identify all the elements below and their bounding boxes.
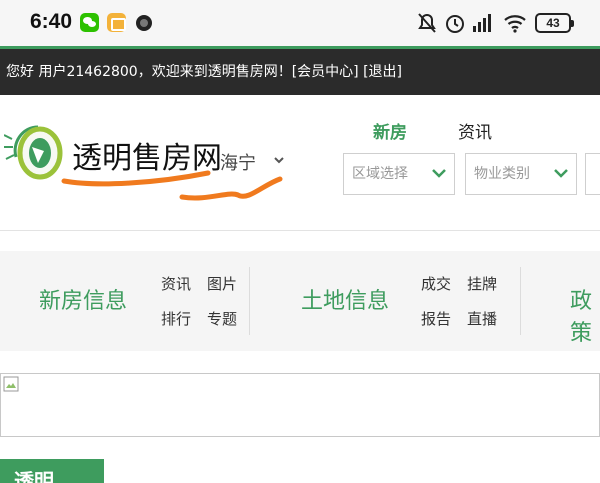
category-link[interactable]: 成交: [421, 273, 451, 294]
category-title-new-homes[interactable]: 新房信息: [39, 283, 127, 315]
banner-image[interactable]: [0, 373, 600, 437]
chevron-down-icon: [554, 169, 568, 178]
category-link[interactable]: 报告: [421, 308, 451, 329]
alarm-icon: [446, 15, 464, 33]
property-type-select[interactable]: 物业类别: [465, 153, 577, 195]
category-link[interactable]: 资讯: [161, 273, 191, 294]
notes-icon: [107, 13, 126, 32]
chevron-down-icon: [432, 169, 446, 178]
battery-icon: 43: [535, 13, 574, 33]
category-title-land[interactable]: 土地信息: [301, 283, 389, 315]
category-link[interactable]: 图片: [207, 273, 237, 294]
category-bar: 新房信息 资讯 图片 排行 专题 土地信息 成交 挂牌 报告 直播 政策: [0, 251, 600, 351]
section-label: 透明: [0, 459, 104, 483]
wifi-icon: [504, 15, 526, 33]
tab-news[interactable]: 资讯: [458, 118, 492, 143]
status-bar: 6:40 43: [0, 0, 600, 46]
category-link[interactable]: 专题: [207, 308, 237, 329]
region-select-placeholder: 区域选择: [352, 166, 408, 182]
category-link[interactable]: 排行: [161, 308, 191, 329]
broken-image-icon: [3, 376, 19, 392]
divider: [249, 267, 250, 335]
signal-icon: [473, 14, 491, 32]
section-label-text: 透明: [14, 469, 54, 483]
logo-icon[interactable]: [4, 117, 66, 181]
dot-icon: [136, 15, 152, 31]
wechat-icon: [80, 13, 99, 32]
category-link[interactable]: 直播: [467, 308, 497, 329]
region-select[interactable]: 区域选择: [343, 153, 455, 195]
divider: [520, 267, 521, 335]
tab-new-homes[interactable]: 新房: [373, 118, 407, 143]
status-time: 6:40: [30, 10, 73, 33]
welcome-text[interactable]: 您好 用户21462800，欢迎来到透明售房网！[会员中心] [退出]: [6, 64, 402, 80]
category-title-policy[interactable]: 政策: [570, 283, 600, 347]
category-link[interactable]: 挂牌: [467, 273, 497, 294]
mute-icon: [418, 13, 436, 33]
site-header: 透明售房网 海宁 新房 资讯 区域选择 物业类别: [0, 95, 600, 230]
scribble-annotation: [61, 170, 283, 201]
divider: [0, 230, 600, 231]
price-select[interactable]: [585, 153, 600, 195]
welcome-bar: 您好 用户21462800，欢迎来到透明售房网！[会员中心] [退出]: [0, 49, 600, 95]
property-type-placeholder: 物业类别: [474, 166, 530, 182]
